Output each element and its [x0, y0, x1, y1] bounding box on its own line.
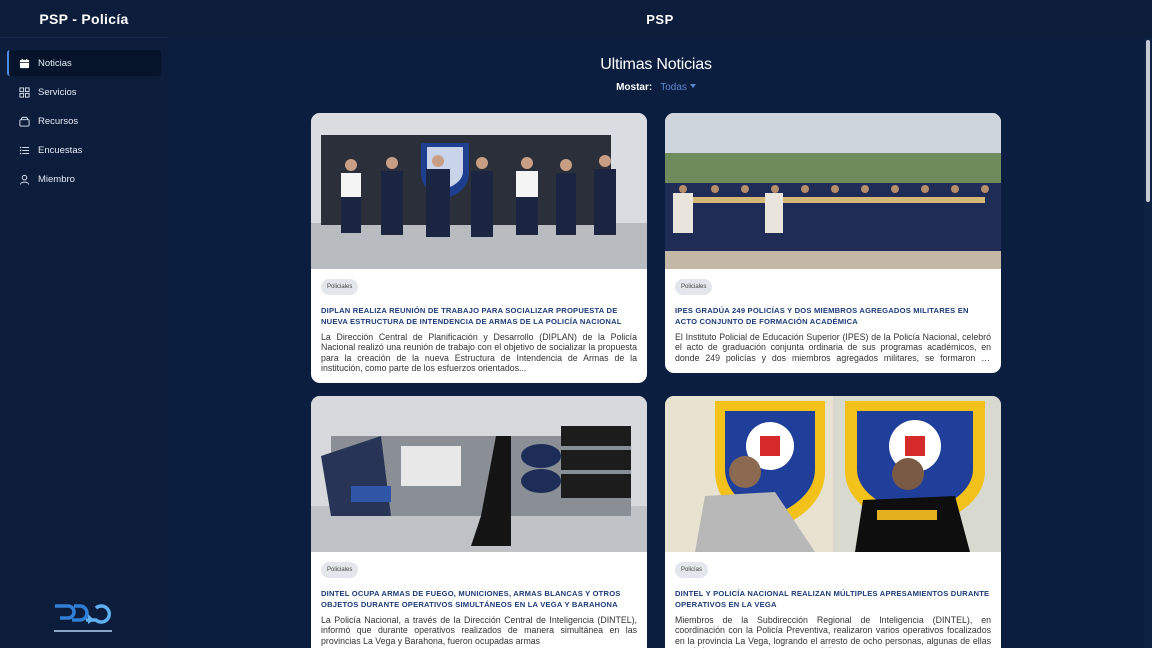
news-summary: La Dirección Central de Planificación y …	[321, 332, 637, 373]
sidebar-item-recursos[interactable]: Recursos	[7, 108, 161, 134]
news-title[interactable]: DINTEL OCUPA ARMAS DE FUEGO, MUNICIONES,…	[321, 589, 637, 610]
category-badge: Policiales	[321, 279, 359, 295]
sidebar-item-label: Recursos	[38, 115, 79, 127]
scrollbar[interactable]	[1144, 38, 1152, 648]
calendar-icon	[18, 57, 30, 69]
news-image	[665, 113, 1001, 269]
app-brand[interactable]: PSP - Policía	[0, 0, 168, 38]
news-summary: La Policía Nacional, a través de la Dire…	[321, 615, 637, 646]
news-summary: Miembros de la Subdirección Regional de …	[675, 615, 991, 648]
psp-logo	[54, 604, 112, 632]
box-icon	[18, 115, 30, 127]
filter-dropdown[interactable]: Todas	[660, 82, 696, 93]
sidebar-item-noticias[interactable]: Noticias	[7, 50, 161, 76]
news-image	[311, 113, 647, 269]
sidebar-item-label: Servicios	[38, 86, 77, 98]
chevron-down-icon	[689, 84, 696, 88]
news-title[interactable]: IPES GRADÚA 249 POLICÍAS Y DOS MIEMBROS …	[675, 306, 991, 327]
news-card[interactable]: Policiales DINTEL OCUPA ARMAS DE FUEGO, …	[311, 396, 647, 648]
sidebar-item-label: Encuestas	[38, 144, 83, 156]
sidebar-item-encuestas[interactable]: Encuestas	[7, 137, 161, 163]
top-bar: PSP	[168, 0, 1152, 38]
sidebar-item-label: Noticias	[38, 57, 72, 69]
list-icon	[18, 144, 30, 156]
scrollbar-thumb[interactable]	[1146, 40, 1150, 202]
main-content: Ultimas Noticias Mostar: Todas Policiale…	[168, 38, 1144, 648]
category-badge: Policiales	[321, 562, 359, 578]
section-heading: Ultimas Noticias	[600, 56, 712, 73]
news-card[interactable]: Policiales DIPLAN REALIZA REUNIÓN DE TRA…	[311, 113, 647, 383]
filter-label: Mostar:	[616, 82, 653, 93]
user-icon	[18, 173, 30, 185]
news-card[interactable]: Policiales IPES GRADÚA 249 POLICÍAS Y DO…	[665, 113, 1001, 373]
news-summary: El Instituto Policial de Educación Super…	[675, 332, 991, 363]
sidebar-item-miembro[interactable]: Miembro	[7, 166, 161, 192]
filter-row: Mostar: Todas	[168, 82, 1144, 93]
category-badge: Policiales	[675, 279, 713, 295]
sidebar-item-servicios[interactable]: Servicios	[7, 79, 161, 105]
news-image	[665, 396, 1001, 552]
page-title: PSP	[646, 11, 674, 27]
news-image	[311, 396, 647, 552]
category-badge: Policías	[675, 562, 709, 578]
filter-value: Todas	[660, 82, 687, 93]
sidebar-nav: Noticias Servicios Recursos Encuestas Mi…	[0, 38, 168, 192]
news-title[interactable]: DIPLAN REALIZA REUNIÓN DE TRABAJO PARA S…	[321, 306, 637, 327]
grid-icon	[18, 86, 30, 98]
sidebar-item-label: Miembro	[38, 173, 75, 185]
news-card[interactable]: Policías DINTEL Y POLICÍA NACIONAL REALI…	[665, 396, 1001, 648]
sidebar: PSP - Policía Noticias Servicios Recurso…	[0, 0, 168, 648]
news-title[interactable]: DINTEL Y POLICÍA NACIONAL REALIZAN MÚLTI…	[675, 589, 991, 610]
